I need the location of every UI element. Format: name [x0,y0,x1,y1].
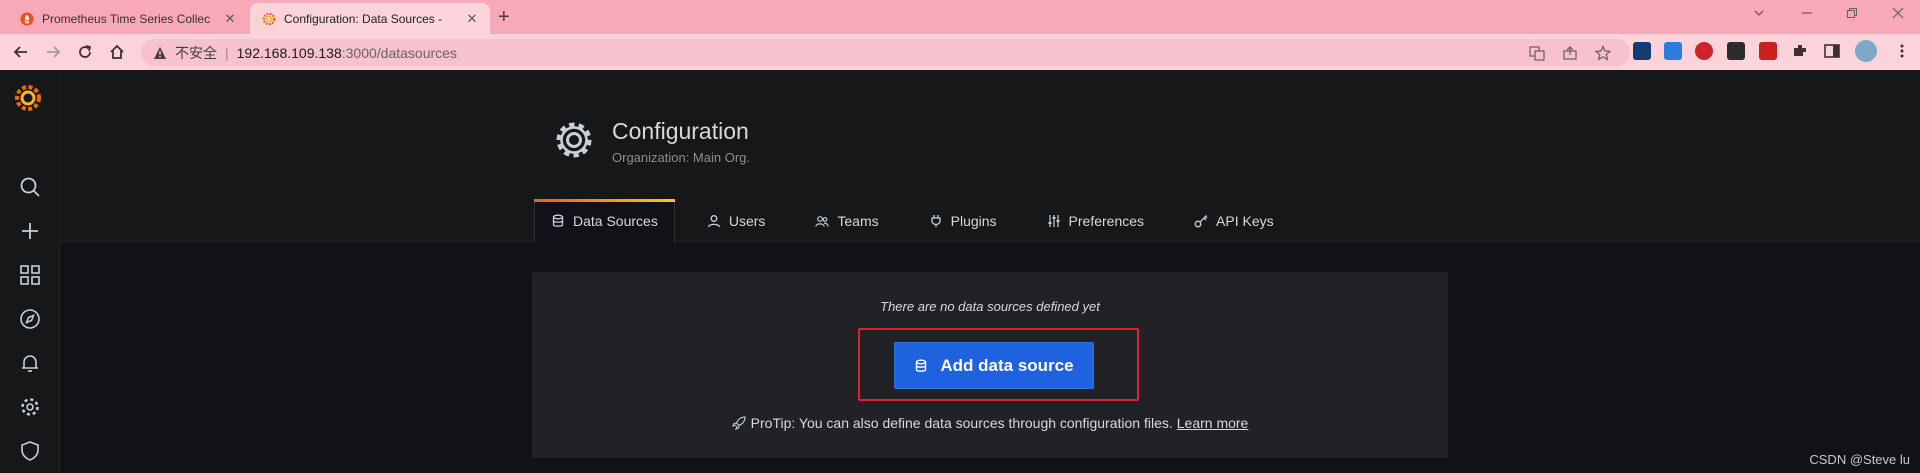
close-tab-icon[interactable]: ✕ [464,11,480,27]
side-menu [0,70,60,473]
pdf-extension-icon[interactable] [1759,42,1777,60]
tab-teams[interactable]: Teams [799,199,894,242]
warning-icon [154,46,166,59]
tab-label: Teams [837,212,879,229]
bell-icon[interactable] [19,352,41,374]
share-icon[interactable] [1562,45,1578,61]
empty-message: There are no data sources defined yet [880,299,1100,314]
tab-label: Users [728,212,766,229]
tab-plugins[interactable]: Plugins [913,199,1013,242]
profile-avatar[interactable] [1855,40,1877,62]
users-icon [815,215,830,227]
bookmark-star-icon[interactable] [1595,45,1611,61]
home-button[interactable] [107,42,127,62]
reload-icon [79,45,92,58]
tab-label: Data Sources [573,212,658,229]
forward-button[interactable] [43,42,63,62]
key-icon [1194,214,1208,227]
arrow-right-icon [47,46,61,58]
close-tab-icon[interactable]: ✕ [222,11,238,27]
back-button[interactable] [11,42,31,62]
grafana-icon [262,12,276,25]
page-tabs: Data Sources Users Teams Plugins Prefere… [534,199,1308,242]
reload-button[interactable] [75,42,95,62]
sidebar-icon[interactable] [1823,42,1841,60]
url-path: :3000/datasources [341,44,457,61]
extension-shield-icon[interactable] [1695,42,1713,60]
tab-title: Prometheus Time Series Collec [42,11,211,26]
compass-icon[interactable] [19,308,41,330]
protip: ProTip: You can also define data sources… [532,415,1448,431]
browser-tab-configuration[interactable]: Configuration: Data Sources - ✕ [250,3,490,34]
apps-grid-icon[interactable] [19,264,41,286]
shield-icon[interactable] [19,440,41,462]
tab-title: Configuration: Data Sources - [284,11,443,26]
gear-icon[interactable] [19,396,41,418]
watermark: CSDN @Steve lu [1809,452,1910,467]
minimize-icon[interactable] [1800,6,1814,20]
button-label: Add data source [940,355,1074,375]
database-icon [916,359,927,372]
tab-api-keys[interactable]: API Keys [1178,199,1290,242]
plus-icon[interactable] [19,220,41,242]
tab-preferences[interactable]: Preferences [1031,199,1160,242]
grafana-logo-icon[interactable] [12,82,44,114]
new-tab-button[interactable]: + [498,6,510,29]
tab-label: Plugins [950,212,997,229]
translate-icon[interactable] [1529,45,1545,61]
tab-label: Preferences [1068,212,1145,229]
address-separator: | [225,44,229,61]
browser-tab-strip: Prometheus Time Series Collec ✕ Configur… [0,0,1920,34]
rocket-icon [731,416,746,430]
home-icon [110,44,124,59]
close-window-icon[interactable] [1891,6,1905,20]
learn-more-link[interactable]: Learn more [1177,415,1249,431]
extension-bookmark-icon[interactable] [1664,42,1682,60]
search-icon[interactable] [19,176,41,198]
plug-icon [930,214,941,227]
address-bar[interactable]: 不安全 | 192.168.109.138 :3000/datasources [141,39,1630,66]
more-menu-icon[interactable] [1893,42,1911,60]
insecure-label: 不安全 [175,44,217,61]
extension-board-icon[interactable] [1727,42,1745,60]
tab-search-icon[interactable] [1752,6,1766,20]
empty-list-cta: There are no data sources defined yet Ad… [532,272,1448,458]
page-content: Configuration Organization: Main Org. Da… [60,70,1920,473]
prometheus-icon [20,11,34,26]
extension-hexagon-icon[interactable] [1633,42,1651,60]
url-host: 192.168.109.138 [236,44,342,61]
database-icon [552,214,564,227]
page-subtitle: Organization: Main Org. [612,150,751,165]
add-data-source-button[interactable]: Add data source [894,342,1094,389]
tab-label: API Keys [1216,212,1274,229]
page-title: Configuration [612,118,749,144]
user-icon [707,214,720,227]
tab-data-sources[interactable]: Data Sources [534,199,675,242]
page-header: Configuration Organization: Main Org. Da… [60,70,1920,242]
sliders-icon [1048,214,1060,227]
protip-text: ProTip: You can also define data sources… [750,415,1173,431]
browser-tab-prometheus[interactable]: Prometheus Time Series Collec ✕ [8,3,248,34]
puzzle-icon[interactable] [1791,42,1809,60]
restore-icon[interactable] [1845,6,1859,20]
gear-icon [556,122,592,158]
arrow-left-icon [13,46,27,58]
tab-users[interactable]: Users [691,199,782,242]
browser-toolbar: 不安全 | 192.168.109.138 :3000/datasources [0,34,1920,70]
